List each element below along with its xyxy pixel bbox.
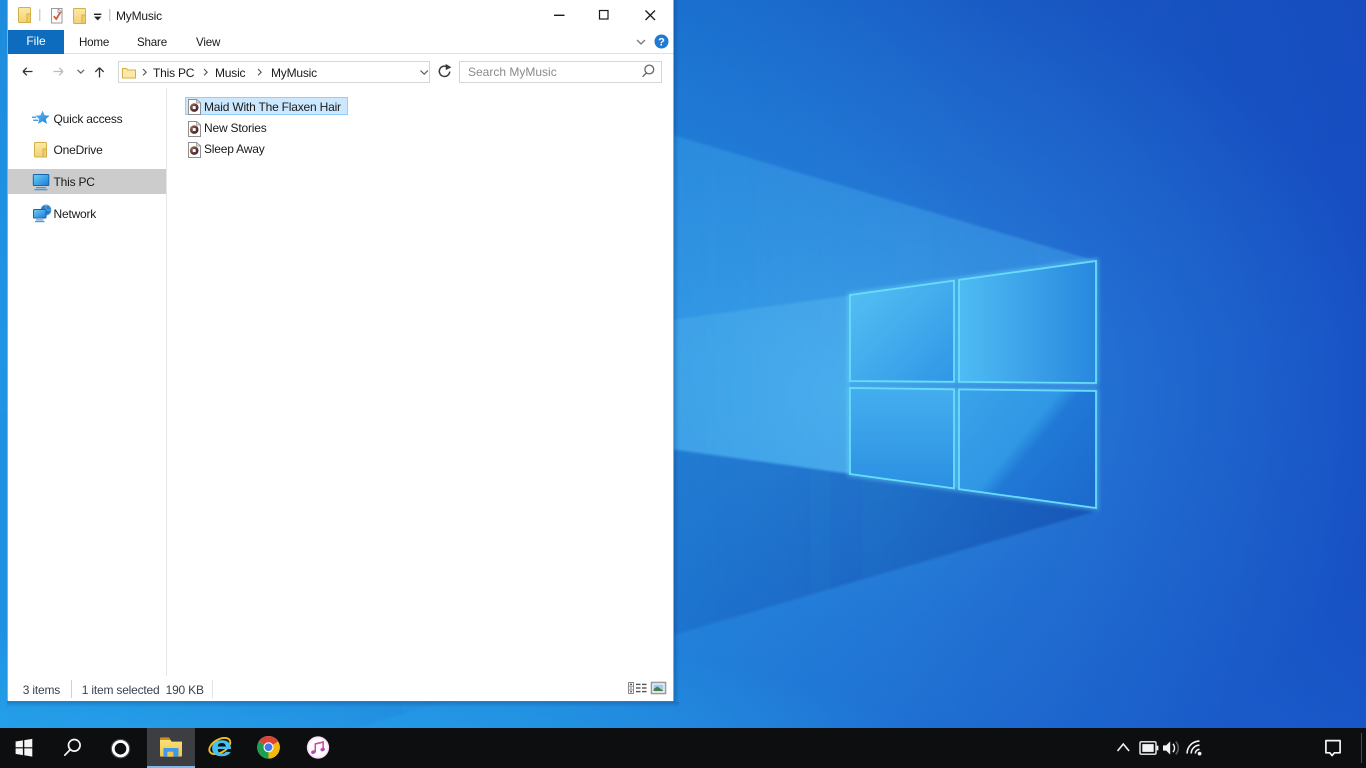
- svg-text:e: e: [211, 730, 233, 763]
- svg-text:?: ?: [658, 37, 665, 49]
